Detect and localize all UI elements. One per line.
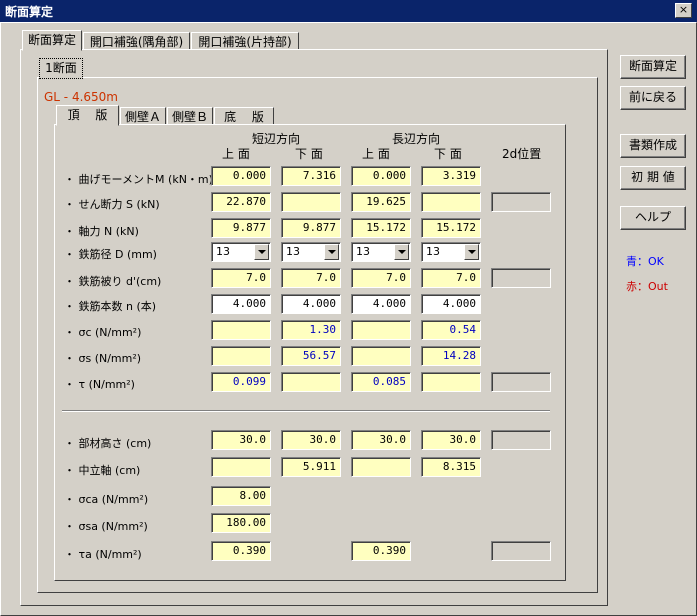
chevron-down-icon[interactable] [254, 244, 269, 260]
moment-short-top[interactable]: 0.000 [211, 166, 271, 186]
tau-short-top: 0.099 [211, 372, 271, 392]
label-sigma-c: ・ σc (N/mm²) [64, 326, 142, 339]
header-2d-position: 2d位置 [502, 147, 542, 161]
tau-long-top: 0.085 [351, 372, 411, 392]
sigma-c-long-top [351, 320, 411, 340]
label-neutral-axis: ・ 中立軸 (cm) [64, 464, 141, 477]
label-sigma-sa: ・ σsa (N/mm²) [64, 520, 148, 533]
title-bar [0, 0, 697, 22]
rebar-count-long-bottom[interactable]: 4.000 [421, 294, 481, 314]
help-button[interactable]: ヘルプ [620, 206, 686, 230]
label-tau-a: ・ τa (N/mm²) [64, 548, 142, 561]
rebar-diameter-value: 13 [216, 245, 230, 258]
back-button[interactable]: 前に戻る [620, 86, 686, 110]
sigma-s-short-top [211, 346, 271, 366]
legend-out: 赤：Out [626, 280, 668, 293]
header-bottom-short: 下 面 [295, 147, 323, 161]
label-sigma-s: ・ σs (N/mm²) [64, 352, 142, 365]
label-sigma-ca: ・ σca (N/mm²) [64, 493, 149, 506]
tau-a-2d-position [491, 541, 551, 561]
rebar-diameter-short-bottom-select[interactable]: 13 [281, 242, 341, 262]
tau-a-long-value[interactable]: 0.390 [351, 541, 411, 561]
window-title: 断面算定 [5, 5, 54, 19]
rebar-cover-2d-position [491, 268, 551, 288]
close-button[interactable]: × [675, 3, 692, 18]
moment-short-bottom[interactable]: 7.316 [281, 166, 341, 186]
tab-section-calc[interactable]: 断面算定 [22, 30, 82, 51]
label-shear: ・ せん断力 S (kN) [64, 198, 160, 211]
height-short-top[interactable]: 30.0 [211, 430, 271, 450]
label-rebar-cover: ・ 鉄筋被り d'(cm) [64, 275, 162, 288]
label-tau: ・ τ (N/mm²) [64, 378, 135, 391]
label-rebar-count: ・ 鉄筋本数 n (本) [64, 300, 157, 313]
rebar-count-short-bottom[interactable]: 4.000 [281, 294, 341, 314]
header-long-direction: 長辺方向 [392, 132, 441, 146]
sigma-sa-value[interactable]: 180.00 [211, 513, 271, 533]
initial-values-button[interactable]: 初 期 値 [620, 166, 686, 190]
header-top-long: 上 面 [362, 147, 390, 161]
tau-short-bottom [281, 372, 341, 392]
neutral-axis-long-bottom: 8.315 [421, 457, 481, 477]
moment-long-top[interactable]: 0.000 [351, 166, 411, 186]
chevron-down-icon[interactable] [324, 244, 339, 260]
axial-short-bottom[interactable]: 9.877 [281, 218, 341, 238]
neutral-axis-short-bottom: 5.911 [281, 457, 341, 477]
sigma-s-long-top [351, 346, 411, 366]
rebar-diameter-short-top-select[interactable]: 13 [211, 242, 271, 262]
rebar-cover-long-bottom[interactable]: 7.0 [421, 268, 481, 288]
sigma-s-short-bottom: 56.57 [281, 346, 341, 366]
shear-2d-position [491, 192, 551, 212]
label-moment: ・ 曲げモーメントM (kN・m) [64, 173, 213, 186]
sigma-s-long-bottom: 14.28 [421, 346, 481, 366]
rebar-cover-short-top[interactable]: 7.0 [211, 268, 271, 288]
section-calc-button[interactable]: 断面算定 [620, 55, 686, 79]
tab-top-slab[interactable]: 頂 版 [56, 105, 119, 126]
axial-short-top[interactable]: 9.877 [211, 218, 271, 238]
neutral-axis-short-top [211, 457, 271, 477]
rebar-diameter-long-top-select[interactable]: 13 [351, 242, 411, 262]
rebar-diameter-value: 13 [286, 245, 300, 258]
chevron-down-icon[interactable] [394, 244, 409, 260]
shear-long-bottom[interactable] [421, 192, 481, 212]
shear-short-top[interactable]: 22.870 [211, 192, 271, 212]
chevron-down-icon[interactable] [464, 244, 479, 260]
header-top-short: 上 面 [222, 147, 250, 161]
height-long-top[interactable]: 30.0 [351, 430, 411, 450]
create-documents-button[interactable]: 書類作成 [620, 134, 686, 158]
axial-long-bottom[interactable]: 15.172 [421, 218, 481, 238]
moment-long-bottom[interactable]: 3.319 [421, 166, 481, 186]
rebar-diameter-value: 13 [426, 245, 440, 258]
header-bottom-long: 下 面 [434, 147, 462, 161]
separator [62, 410, 550, 412]
header-short-direction: 短辺方向 [252, 132, 301, 146]
height-short-bottom[interactable]: 30.0 [281, 430, 341, 450]
height-long-bottom[interactable]: 30.0 [421, 430, 481, 450]
height-2d-position [491, 430, 551, 450]
shear-short-bottom[interactable] [281, 192, 341, 212]
rebar-count-long-top[interactable]: 4.000 [351, 294, 411, 314]
shear-long-top[interactable]: 19.625 [351, 192, 411, 212]
label-member-height: ・ 部材高さ (cm) [64, 437, 152, 450]
tau-long-bottom [421, 372, 481, 392]
tau-a-short-value[interactable]: 0.390 [211, 541, 271, 561]
rebar-cover-long-top[interactable]: 7.0 [351, 268, 411, 288]
rebar-count-short-top[interactable]: 4.000 [211, 294, 271, 314]
sigma-c-long-bottom: 0.54 [421, 320, 481, 340]
rebar-diameter-long-bottom-select[interactable]: 13 [421, 242, 481, 262]
tau-2d-position [491, 372, 551, 392]
neutral-axis-long-top [351, 457, 411, 477]
sigma-c-short-bottom: 1.30 [281, 320, 341, 340]
sigma-c-short-top [211, 320, 271, 340]
rebar-cover-short-bottom[interactable]: 7.0 [281, 268, 341, 288]
label-rebar-diameter: ・ 鉄筋径 D (mm) [64, 248, 157, 261]
rebar-diameter-value: 13 [356, 245, 370, 258]
sigma-ca-value[interactable]: 8.00 [211, 486, 271, 506]
legend-ok: 青：OK [626, 255, 664, 268]
axial-long-top[interactable]: 15.172 [351, 218, 411, 238]
label-axial: ・ 軸力 N (kN) [64, 225, 139, 238]
tab-section-1[interactable]: 1断面 [39, 58, 83, 79]
gl-label: GL - 4.650m [44, 90, 118, 104]
